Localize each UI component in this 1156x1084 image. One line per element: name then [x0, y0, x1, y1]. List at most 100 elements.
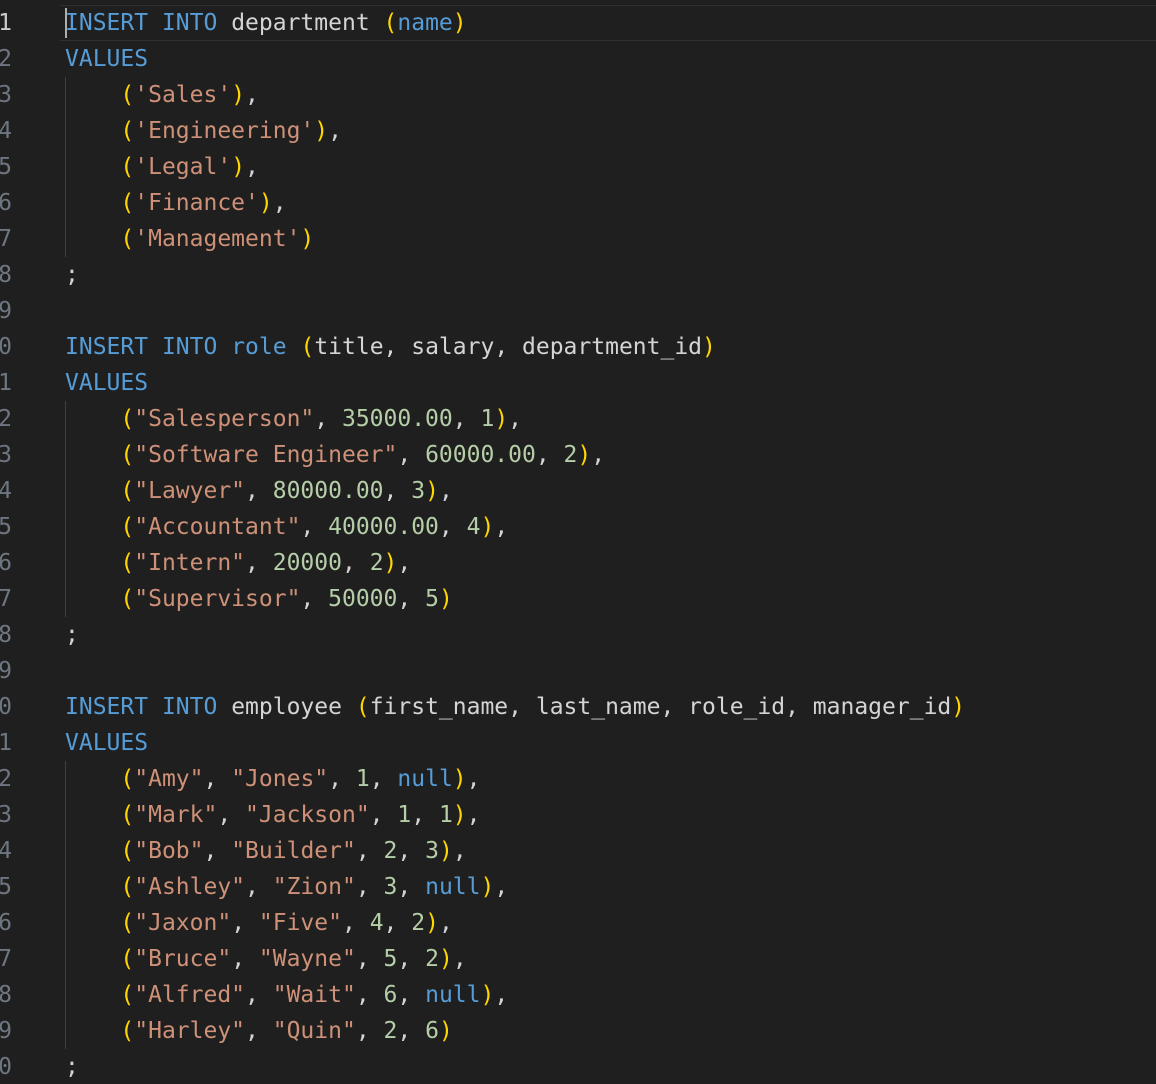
line-code: ("Jaxon", "Five", 4, 2),: [65, 905, 452, 941]
code-token: ,: [245, 1018, 273, 1044]
code-token: ,: [438, 478, 453, 504]
code-line[interactable]: 3 ("Software Engineer", 60000.00, 2),: [0, 437, 1156, 473]
line-code: ("Intern", 20000, 2),: [65, 545, 411, 581]
code-token: "Ashley": [134, 874, 246, 900]
text-cursor: [65, 8, 67, 38]
code-line[interactable]: 0 INSERT INTO role (title, salary, depart…: [0, 329, 1156, 365]
code-line[interactable]: 8 ("Alfred", "Wait", 6, null),: [0, 977, 1156, 1013]
code-line[interactable]: 2 ("Amy", "Jones", 1, null),: [0, 761, 1156, 797]
code-token: (: [120, 766, 135, 792]
code-token: ,: [508, 406, 523, 432]
code-token: ): [951, 694, 966, 720]
code-token: ): [231, 154, 246, 180]
line-code: ('Engineering'),: [65, 113, 342, 149]
line-number: 4: [0, 118, 12, 144]
code-line[interactable]: 1 VALUES: [0, 365, 1156, 401]
code-token: INTO: [161, 10, 218, 36]
code-token: (: [120, 514, 135, 540]
code-token: "Wait": [272, 982, 356, 1008]
code-token: ,: [300, 586, 329, 612]
code-token: ,: [494, 982, 509, 1008]
code-line[interactable]: 9: [0, 293, 1156, 329]
code-token: null: [425, 982, 481, 1008]
code-token: ): [577, 442, 592, 468]
code-line[interactable]: 4 ("Bob", "Builder", 2, 3),: [0, 833, 1156, 869]
code-token: ,: [203, 838, 232, 864]
code-line[interactable]: 8;: [0, 257, 1156, 293]
code-line[interactable]: 6 ('Finance'),: [0, 185, 1156, 221]
code-line[interactable]: 2 ("Salesperson", 35000.00, 1),: [0, 401, 1156, 437]
line-number: 8: [0, 622, 12, 648]
code-token: (: [120, 82, 135, 108]
code-line[interactable]: 4 ('Engineering'),: [0, 113, 1156, 149]
line-code: ("Bruce", "Wayne", 5, 2),: [65, 941, 466, 977]
code-line[interactable]: 9: [0, 653, 1156, 689]
code-token: (: [120, 1018, 135, 1044]
code-token: INTO: [161, 694, 218, 720]
line-code: ("Harley", "Quin", 2, 6): [65, 1013, 453, 1049]
code-token: ,: [272, 190, 287, 216]
code-line[interactable]: 7 ("Bruce", "Wayne", 5, 2),: [0, 941, 1156, 977]
code-line[interactable]: 0 INSERT INTO employee (first_name, last_…: [0, 689, 1156, 725]
code-line[interactable]: 6 ("Jaxon", "Five", 4, 2),: [0, 905, 1156, 941]
code-line[interactable]: 5 ("Ashley", "Zion", 3, null),: [0, 869, 1156, 905]
code-line[interactable]: 4 ("Lawyer", 80000.00, 3),: [0, 473, 1156, 509]
line-number: 1: [0, 370, 12, 396]
code-line[interactable]: 5 ("Accountant", 40000.00, 4),: [0, 509, 1156, 545]
code-line[interactable]: 2 VALUES: [0, 41, 1156, 77]
code-token: 4: [369, 910, 384, 936]
code-token: INSERT: [65, 694, 149, 720]
code-line[interactable]: 7 ('Management'): [0, 221, 1156, 257]
line-code: ("Lawyer", 80000.00, 3),: [65, 473, 453, 509]
code-token: "Jackson": [245, 802, 370, 828]
code-token: 80000.00: [272, 478, 384, 504]
code-line[interactable]: 9 ("Harley", "Quin", 2, 6): [0, 1013, 1156, 1049]
code-token: ): [438, 1018, 453, 1044]
code-token: department: [217, 10, 384, 36]
line-code: ('Management'): [65, 221, 314, 257]
code-line[interactable]: 8;: [0, 617, 1156, 653]
code-editor[interactable]: 1 INSERT INTO department (name) 2 VALUES 3 (…: [0, 0, 1156, 1084]
code-token: 6: [425, 1018, 439, 1044]
code-token: 1: [397, 802, 412, 828]
code-line[interactable]: 0;: [0, 1049, 1156, 1084]
line-number: 6: [0, 550, 12, 576]
code-token: 6: [383, 982, 398, 1008]
code-token: 35000.00: [341, 406, 453, 432]
code-token: ,: [245, 874, 273, 900]
code-line[interactable]: 3 ('Sales'),: [0, 77, 1156, 113]
code-line[interactable]: 1 INSERT INTO department (name): [0, 5, 1156, 41]
code-token: ,: [245, 982, 273, 1008]
code-token: "Jones": [231, 766, 329, 792]
code-line[interactable]: 1 VALUES: [0, 725, 1156, 761]
code-token: ,: [217, 802, 246, 828]
code-token: (: [120, 838, 135, 864]
code-line[interactable]: 5 ('Legal'),: [0, 149, 1156, 185]
line-number: 9: [0, 658, 12, 684]
code-token: 2: [425, 946, 439, 972]
code-token: (: [120, 550, 135, 576]
code-line[interactable]: 7 ("Supervisor", 50000, 5): [0, 581, 1156, 617]
code-token: 60000.00: [425, 442, 536, 468]
code-token: ,: [369, 802, 398, 828]
code-token: "Zion": [272, 874, 356, 900]
code-token: null: [425, 874, 481, 900]
code-line[interactable]: 6 ("Intern", 20000, 2),: [0, 545, 1156, 581]
code-token: name: [397, 10, 453, 36]
code-token: "Quin": [272, 1018, 356, 1044]
line-code: ("Salesperson", 35000.00, 1),: [65, 401, 522, 437]
line-code: INSERT INTO role (title, salary, departm…: [65, 329, 716, 365]
code-line[interactable]: 3 ("Mark", "Jackson", 1, 1),: [0, 797, 1156, 833]
code-token: ,: [397, 442, 426, 468]
code-token: ,: [397, 946, 426, 972]
code-token: ): [438, 946, 453, 972]
